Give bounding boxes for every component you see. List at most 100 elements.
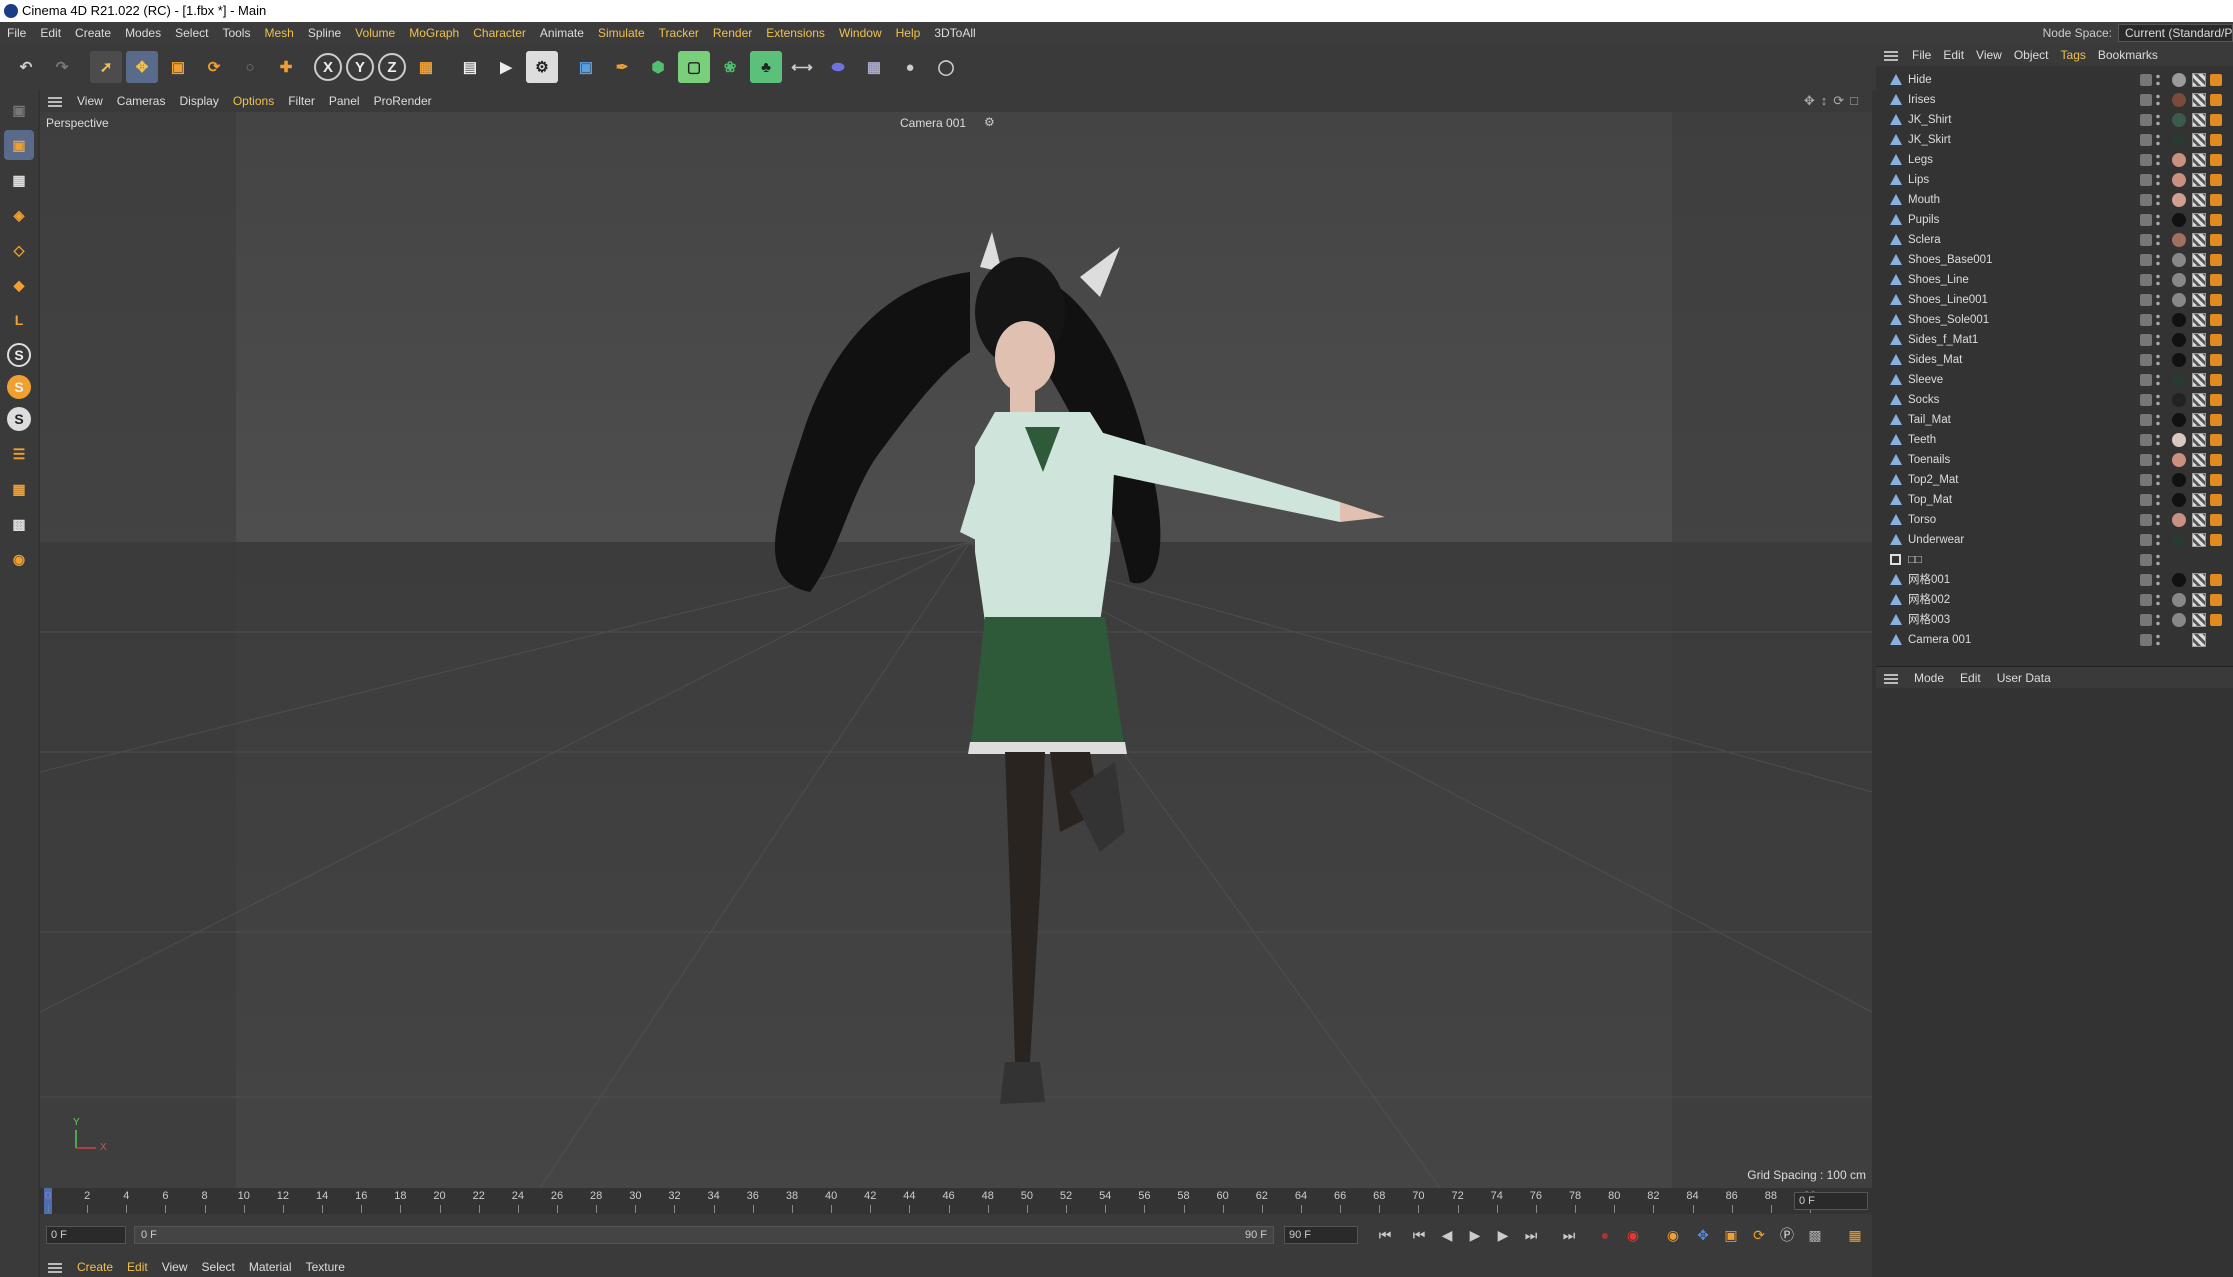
om-hamburger-icon[interactable] [1884, 49, 1898, 63]
uvw-tag-icon[interactable] [2192, 293, 2206, 307]
object-row[interactable]: Tail_Mat [1876, 410, 2233, 430]
object-row[interactable]: JK_Shirt [1876, 110, 2233, 130]
om-menu-edit[interactable]: Edit [1937, 44, 1970, 66]
visibility-dots-icon[interactable] [2156, 273, 2160, 287]
visibility-dots-icon[interactable] [2156, 473, 2160, 487]
grid-icon[interactable]: ▦ [4, 474, 34, 504]
snap-s3-icon[interactable]: S [7, 407, 31, 431]
playhead-marker[interactable] [44, 1188, 52, 1214]
camera-settings-icon[interactable]: ⚙ [984, 115, 995, 129]
x-axis-lock-icon[interactable]: X [314, 53, 342, 81]
lock-workplane-icon[interactable]: ◉ [4, 544, 34, 574]
weight-tag-icon[interactable] [2210, 294, 2222, 306]
active-camera-label[interactable]: Camera 001 [900, 116, 966, 130]
layer-checkbox-icon[interactable] [2140, 214, 2152, 226]
layer-checkbox-icon[interactable] [2140, 254, 2152, 266]
weight-tag-icon[interactable] [2210, 194, 2222, 206]
mograph-icon[interactable]: ♣ [750, 51, 782, 83]
visibility-dots-icon[interactable] [2156, 493, 2160, 507]
redo-icon[interactable]: ↷ [46, 51, 78, 83]
vp-menu-filter[interactable]: Filter [281, 90, 322, 112]
vp-menu-panel[interactable]: Panel [322, 90, 367, 112]
layer-checkbox-icon[interactable] [2140, 394, 2152, 406]
menu-spline[interactable]: Spline [301, 22, 348, 44]
timeline-window-icon[interactable]: ▦ [1846, 1226, 1864, 1244]
uvw-tag-icon[interactable] [2192, 233, 2206, 247]
menu-3dtoall[interactable]: 3DToAll [927, 22, 982, 44]
material-tag-icon[interactable] [2172, 613, 2186, 627]
key-rotation-icon[interactable]: ⟳ [1750, 1226, 1768, 1244]
uvw-tag-icon[interactable] [2192, 153, 2206, 167]
object-row[interactable]: Sides_Mat [1876, 350, 2233, 370]
weight-tag-icon[interactable] [2210, 414, 2222, 426]
vp-menu-display[interactable]: Display [172, 90, 225, 112]
workplane-icon[interactable]: ☰ [4, 439, 34, 469]
object-row[interactable]: Shoes_Sole001 [1876, 310, 2233, 330]
layer-checkbox-icon[interactable] [2140, 474, 2152, 486]
layer-checkbox-icon[interactable] [2140, 74, 2152, 86]
vp-menu-view[interactable]: View [70, 90, 110, 112]
om-menu-view[interactable]: View [1970, 44, 2008, 66]
axis-mode-icon[interactable]: L [4, 305, 34, 335]
key-parameter-icon[interactable]: Ⓟ [1778, 1226, 1796, 1244]
pen-spline-icon[interactable]: ✒ [606, 51, 638, 83]
recent-tool-icon[interactable]: ○ [234, 51, 266, 83]
visibility-dots-icon[interactable] [2156, 293, 2160, 307]
visibility-dots-icon[interactable] [2156, 613, 2160, 627]
menu-create[interactable]: Create [68, 22, 118, 44]
uvw-tag-icon[interactable] [2192, 533, 2206, 547]
go-to-end-icon[interactable]: ⏭ [1560, 1226, 1578, 1244]
vp-menu-prorender[interactable]: ProRender [367, 90, 439, 112]
material-tag-icon[interactable] [2172, 473, 2186, 487]
layer-checkbox-icon[interactable] [2140, 134, 2152, 146]
visibility-dots-icon[interactable] [2156, 413, 2160, 427]
weight-tag-icon[interactable] [2210, 514, 2222, 526]
layer-checkbox-icon[interactable] [2140, 274, 2152, 286]
object-row[interactable]: Hide [1876, 70, 2233, 90]
menu-animate[interactable]: Animate [533, 22, 591, 44]
visibility-dots-icon[interactable] [2156, 453, 2160, 467]
material-tag-icon[interactable] [2172, 413, 2186, 427]
uvw-tag-icon[interactable] [2192, 133, 2206, 147]
visibility-dots-icon[interactable] [2156, 313, 2160, 327]
uvw-tag-icon[interactable] [2192, 493, 2206, 507]
layer-checkbox-icon[interactable] [2140, 234, 2152, 246]
camera-icon[interactable]: ● [894, 51, 926, 83]
visibility-dots-icon[interactable] [2156, 353, 2160, 367]
uvw-tag-icon[interactable] [2192, 453, 2206, 467]
uvw-tag-icon[interactable] [2192, 393, 2206, 407]
viewport-hamburger-icon[interactable] [48, 95, 62, 109]
object-row[interactable]: JK_Skirt [1876, 130, 2233, 150]
edges-mode-icon[interactable]: ◇ [4, 235, 34, 265]
uvw-tag-icon[interactable] [2192, 573, 2206, 587]
layer-checkbox-icon[interactable] [2140, 554, 2152, 566]
object-row[interactable]: Camera 001 [1876, 630, 2233, 650]
next-key-icon[interactable]: ⏭ [1522, 1226, 1540, 1244]
layer-checkbox-icon[interactable] [2140, 414, 2152, 426]
menu-help[interactable]: Help [889, 22, 928, 44]
make-editable-icon[interactable]: ▣ [4, 95, 34, 125]
mat-menu-edit[interactable]: Edit [120, 1258, 155, 1277]
layer-checkbox-icon[interactable] [2140, 634, 2152, 646]
weight-tag-icon[interactable] [2210, 94, 2222, 106]
uvw-tag-icon[interactable] [2192, 333, 2206, 347]
coordinate-system-icon[interactable]: ▦ [410, 51, 442, 83]
layer-checkbox-icon[interactable] [2140, 614, 2152, 626]
next-frame-icon[interactable]: ▶ [1494, 1226, 1512, 1244]
visibility-dots-icon[interactable] [2156, 553, 2160, 567]
object-row[interactable]: Legs [1876, 150, 2233, 170]
layer-checkbox-icon[interactable] [2140, 494, 2152, 506]
layer-checkbox-icon[interactable] [2140, 574, 2152, 586]
layer-checkbox-icon[interactable] [2140, 534, 2152, 546]
deformer-icon[interactable]: ⟷ [786, 51, 818, 83]
menu-volume[interactable]: Volume [348, 22, 402, 44]
material-tag-icon[interactable] [2172, 173, 2186, 187]
material-tag-icon[interactable] [2172, 393, 2186, 407]
material-tag-icon[interactable] [2172, 113, 2186, 127]
object-row[interactable]: Top_Mat [1876, 490, 2233, 510]
rotate-tool-icon[interactable]: ⟳ [198, 51, 230, 83]
polygons-mode-icon[interactable]: ◆ [4, 270, 34, 300]
mat-menu-select[interactable]: Select [195, 1258, 242, 1277]
material-tag-icon[interactable] [2172, 373, 2186, 387]
material-tag-icon[interactable] [2172, 293, 2186, 307]
